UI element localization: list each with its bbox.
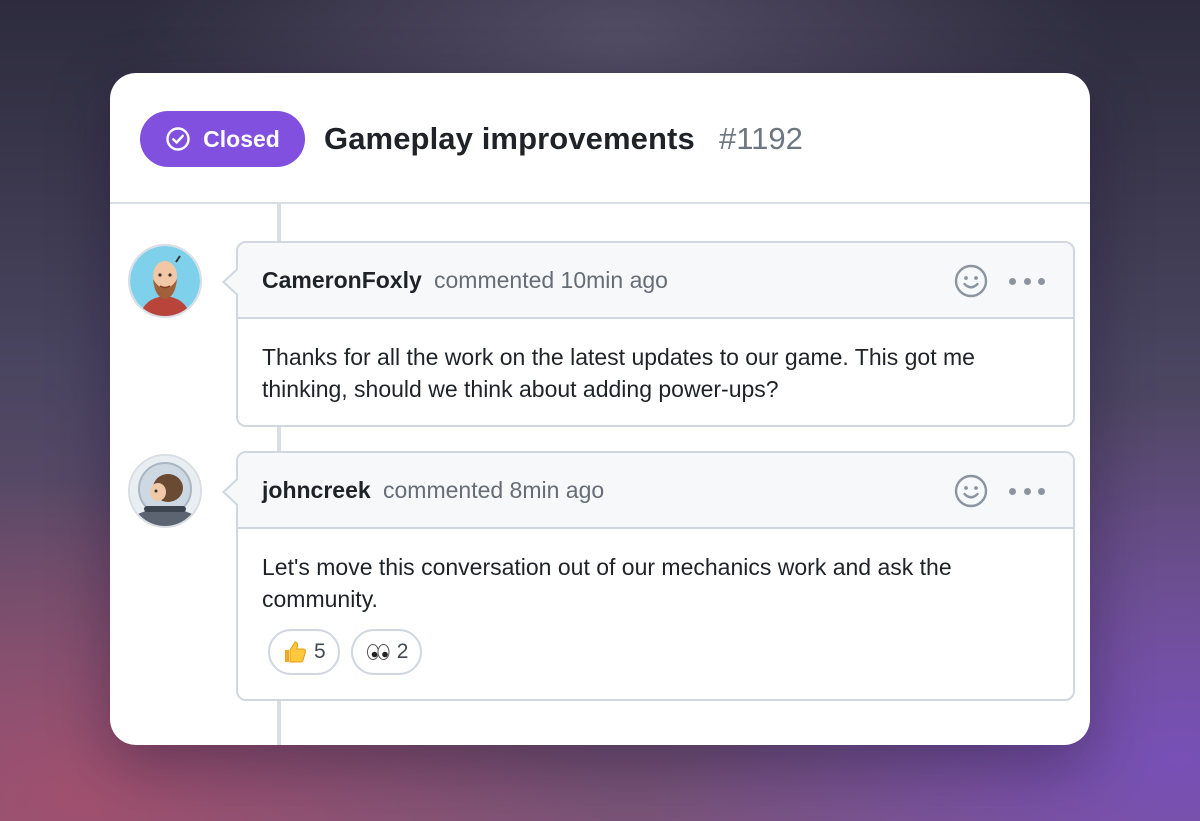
comment-header: CameronFoxly commented 10min ago	[238, 243, 1073, 319]
issue-card: Closed Gameplay improvements #1192 Camer…	[110, 73, 1090, 745]
comment-1: CameronFoxly commented 10min ago Thanks …	[222, 241, 1075, 427]
add-reaction-icon[interactable]	[953, 263, 989, 299]
check-circle-icon	[165, 126, 191, 152]
eyes-icon	[365, 639, 391, 665]
comment-timestamp[interactable]: commented 8min ago	[383, 477, 604, 504]
issue-title: Gameplay improvements	[324, 121, 695, 156]
comment-author[interactable]: CameronFoxly	[262, 267, 422, 294]
comment-pointer-fill	[225, 269, 239, 295]
comment-pointer-fill	[225, 479, 239, 505]
avatar-johncreek[interactable]	[128, 454, 202, 528]
issue-header: Closed Gameplay improvements #1192	[110, 73, 1090, 204]
status-label: Closed	[203, 125, 280, 152]
reaction-thumbs-up[interactable]: 5	[268, 629, 340, 675]
thumbs-up-icon	[282, 639, 308, 665]
more-options-icon[interactable]	[1009, 270, 1045, 292]
issue-number: #1192	[719, 121, 803, 156]
reaction-eyes[interactable]: 2	[350, 629, 423, 675]
comment-header: johncreek commented 8min ago	[238, 453, 1073, 529]
comment-body: Thanks for all the work on the latest up…	[262, 344, 975, 402]
reaction-count: 2	[396, 640, 409, 663]
comment-timestamp[interactable]: commented 10min ago	[434, 267, 668, 294]
avatar-cameronfoxly[interactable]	[128, 244, 202, 318]
more-options-icon[interactable]	[1009, 480, 1045, 502]
reaction-count: 5	[314, 640, 326, 663]
comment-author[interactable]: johncreek	[262, 477, 371, 504]
comment-body-container: Let's move this conversation out of our …	[238, 529, 1073, 675]
reactions-bar: 5 2	[268, 629, 1049, 675]
comment-2: johncreek commented 8min ago Let's move …	[222, 451, 1075, 701]
status-badge: Closed	[140, 111, 305, 167]
comment-body: Let's move this conversation out of our …	[262, 554, 952, 612]
add-reaction-icon[interactable]	[953, 473, 989, 509]
